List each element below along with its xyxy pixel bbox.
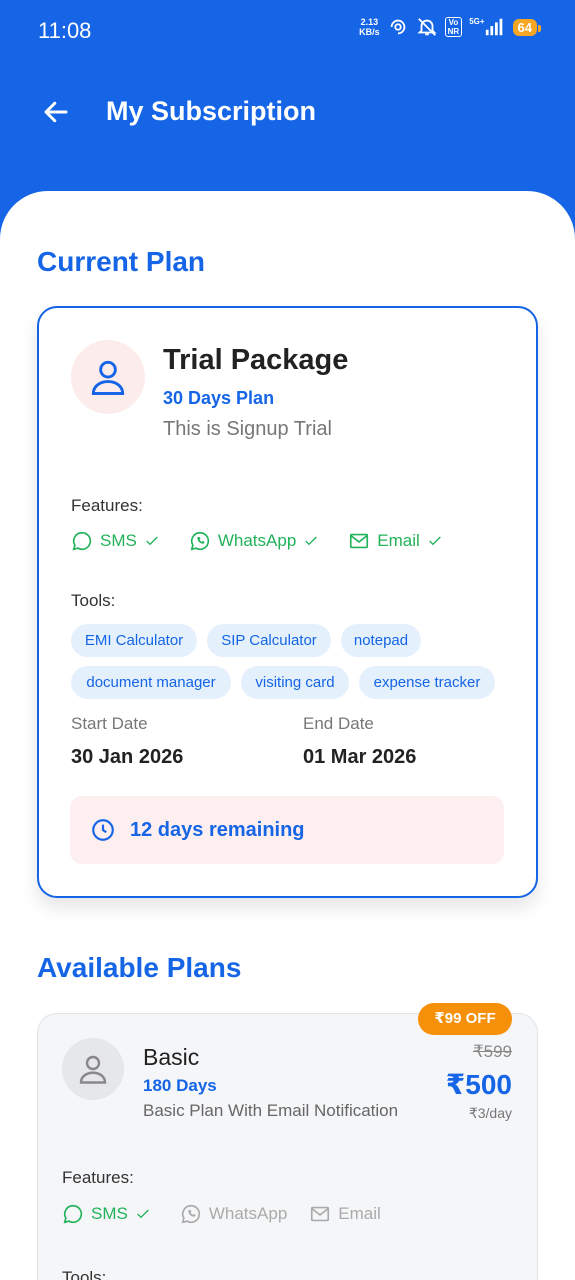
plan-duration: 30 Days Plan: [163, 388, 275, 408]
tool-chip: EMI Calculator: [71, 624, 197, 657]
back-arrow-icon: [44, 101, 68, 123]
days-remaining: 12 days remaining: [130, 818, 305, 841]
message-icon: [63, 1204, 83, 1224]
back-button[interactable]: [38, 94, 74, 130]
network-speed: 2.13 KB/s: [359, 17, 380, 37]
mail-icon: [350, 533, 369, 549]
end-date-label: End Date: [303, 714, 374, 733]
plan-description: This is Signup Trial: [163, 418, 332, 440]
hotspot-icon: [390, 19, 405, 35]
tools-label: Tools:: [71, 591, 116, 610]
current-plan-card: Trial Package 30 Days Plan This is Signu…: [37, 306, 538, 898]
content-panel: Current Plan Trial Package 30 Days Plan …: [0, 191, 575, 1280]
plan-description: Basic Plan With Email Notification: [143, 1101, 399, 1120]
user-icon: [91, 360, 125, 395]
plan-avatar: [62, 1038, 124, 1100]
network-type: 5G+: [469, 16, 485, 26]
feature-sms: SMS: [62, 1203, 158, 1225]
clock-icon: [92, 819, 114, 841]
price-per-day: ₹3/day: [468, 1105, 512, 1121]
status-icons: 2.13 KB/s Vo NR 5G+ 64: [359, 16, 542, 38]
plan-duration: 180 Days: [143, 1076, 217, 1095]
feature-whatsapp: WhatsApp: [180, 1203, 287, 1225]
tools-label: Tools:: [62, 1268, 107, 1280]
battery-indicator: 64: [512, 18, 542, 36]
tool-chip: document manager: [71, 666, 231, 699]
mail-icon: [311, 1206, 330, 1222]
available-plans-heading: Available Plans: [37, 952, 242, 983]
tool-chip: expense tracker: [359, 666, 495, 699]
app-bar: My Subscription: [0, 70, 575, 160]
features-label: Features:: [62, 1168, 134, 1187]
features-list: SMS WhatsApp Email: [71, 530, 472, 552]
original-price: ₹599: [472, 1042, 512, 1061]
mute-icon: [417, 18, 437, 36]
tool-chip: SIP Calculator: [207, 624, 331, 657]
whatsapp-icon: [181, 1204, 200, 1224]
status-time: 11:08: [38, 18, 92, 43]
features-list: SMS WhatsApp Email: [62, 1203, 403, 1225]
remaining-banner: 12 days remaining: [70, 796, 504, 864]
plan-card-basic[interactable]: Basic 180 Days Basic Plan With Email Not…: [37, 1013, 538, 1280]
plan-avatar: [71, 340, 145, 414]
plan-name: Trial Package: [163, 344, 349, 376]
page-title: My Subscription: [106, 96, 317, 126]
start-date-label: Start Date: [71, 714, 148, 733]
volte-indicator: Vo NR: [444, 17, 463, 37]
check-icon: [428, 536, 441, 546]
current-plan-heading: Current Plan: [37, 246, 206, 277]
signal-icon: [485, 18, 502, 36]
feature-whatsapp: WhatsApp: [189, 530, 326, 552]
user-icon: [79, 1055, 107, 1084]
start-date: 30 Jan 2026: [71, 746, 184, 768]
tool-chip: visiting card: [241, 666, 349, 699]
plan-name: Basic: [143, 1044, 200, 1070]
plan-price: ₹500: [445, 1069, 512, 1100]
discount-badge: ₹99 OFF: [418, 1003, 512, 1035]
end-date: 01 Mar 2026: [303, 746, 417, 768]
tool-chip: notepad: [341, 624, 421, 657]
status-bar: 11:08 2.13 KB/s Vo NR 5G+ 64: [0, 0, 575, 60]
check-icon: [305, 536, 318, 546]
check-icon: [137, 1209, 149, 1219]
feature-email: Email: [348, 530, 450, 552]
whatsapp-icon: [190, 531, 209, 551]
message-icon: [72, 531, 92, 551]
check-icon: [146, 536, 158, 546]
feature-sms: SMS: [71, 530, 167, 552]
features-label: Features:: [71, 496, 143, 515]
feature-email: Email: [309, 1203, 381, 1225]
